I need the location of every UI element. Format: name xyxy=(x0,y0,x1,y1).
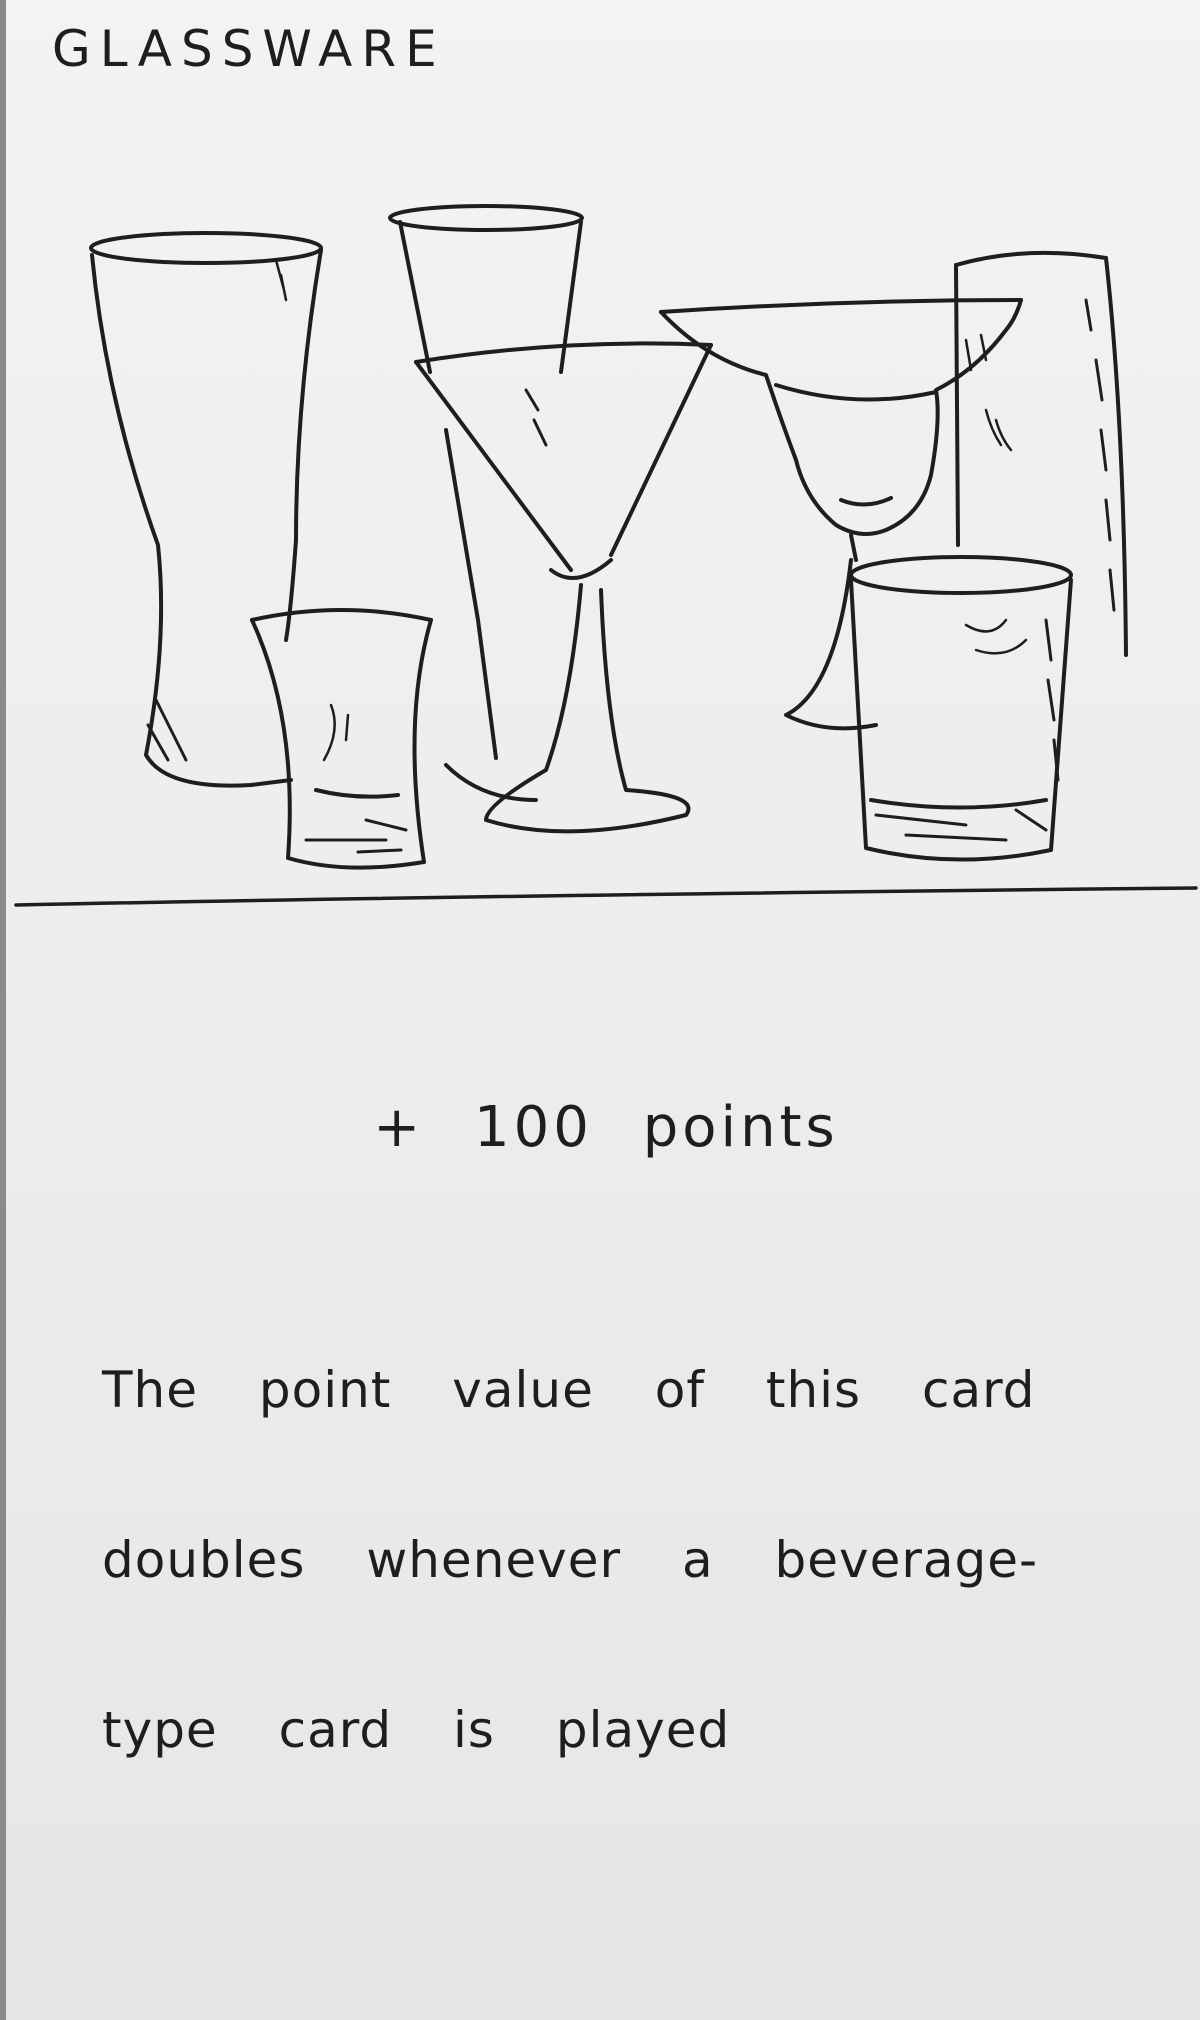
pint-glass-drawing xyxy=(89,231,323,788)
shot-glass-drawing xyxy=(250,608,433,870)
table-line xyxy=(14,886,1198,907)
card-description: The point value of this card doubles whe… xyxy=(102,1361,1039,1759)
rocks-glass-drawing xyxy=(849,555,1073,862)
margarita-glass-drawing xyxy=(659,298,1023,731)
points-value: + 100 points xyxy=(373,1095,839,1160)
glassware-illustration xyxy=(14,204,1198,907)
martini-glass-drawing xyxy=(414,341,713,834)
champagne-flute-drawing xyxy=(388,204,584,802)
game-card[interactable]: GLASSWARE + 100 points The point value o… xyxy=(0,0,1200,2020)
